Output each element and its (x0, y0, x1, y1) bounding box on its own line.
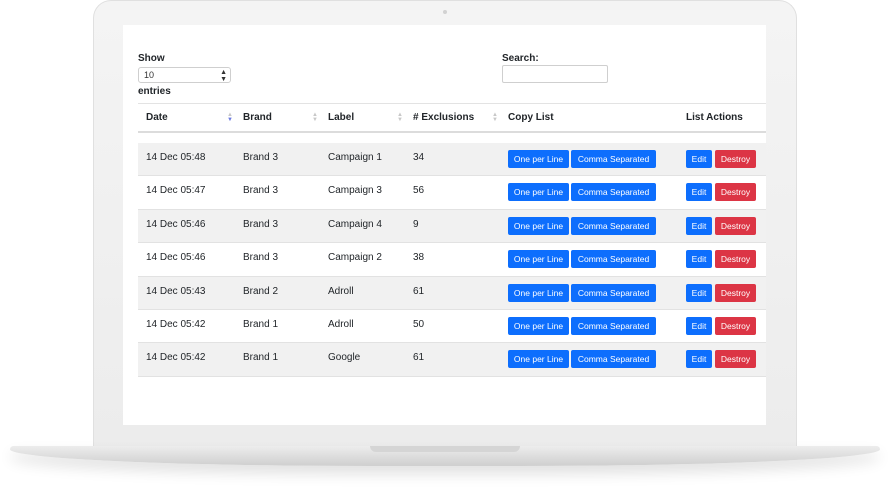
show-label: Show (138, 53, 165, 64)
one-per-line-button[interactable]: One per Line (508, 283, 569, 302)
comma-separated-button[interactable]: Comma Separated (571, 183, 656, 202)
laptop-notch (370, 446, 520, 452)
cell-label: Campaign 2 (328, 252, 382, 264)
cell-brand: Brand 3 (243, 218, 279, 230)
column-header-copy-list: Copy List (508, 112, 554, 123)
one-per-line-button[interactable]: One per Line (508, 250, 569, 269)
one-per-line-button[interactable]: One per Line (508, 350, 569, 369)
laptop-camera (443, 10, 447, 14)
edit-button[interactable]: Edit (686, 283, 712, 302)
comma-separated-button[interactable]: Comma Separated (571, 283, 656, 302)
cell-date: 14 Dec 05:47 (146, 185, 206, 197)
app-screen: Show 10 ▲ ▼ entries Search: Date ▲ ▼ Brand… (123, 25, 766, 425)
destroy-button[interactable]: Destroy (715, 350, 756, 369)
sort-arrows-icon[interactable]: ▲ ▼ (312, 112, 318, 123)
table-row: 14 Dec 05:46 Brand 3 Campaign 4 9 One per Li… (138, 209, 766, 244)
search-label: Search: (502, 53, 539, 64)
column-header-date[interactable]: Date (146, 104, 168, 132)
cell-date: 14 Dec 05:48 (146, 152, 206, 163)
cell-exclusions: 61 (413, 285, 425, 297)
cell-label: Campaign 4 (328, 218, 382, 230)
cell-date: 14 Dec 05:43 (146, 285, 206, 297)
one-per-line-button[interactable]: One per Line (508, 216, 569, 235)
cell-exclusions: 9 (413, 218, 419, 230)
up-down-chevron-icon: ▲ ▼ (220, 69, 227, 83)
destroy-button[interactable]: Destroy (715, 316, 756, 335)
comma-separated-button[interactable]: Comma Separated (571, 150, 656, 168)
edit-button[interactable]: Edit (686, 183, 712, 202)
destroy-button[interactable]: Destroy (715, 216, 756, 235)
cell-date: 14 Dec 05:42 (146, 318, 206, 330)
cell-exclusions: 56 (413, 185, 425, 197)
cell-label: Google (328, 352, 361, 364)
search-input[interactable] (502, 65, 608, 83)
cell-date: 14 Dec 05:42 (146, 352, 206, 364)
destroy-button[interactable]: Destroy (715, 183, 756, 202)
destroy-button[interactable]: Destroy (715, 283, 756, 302)
cell-exclusions: 34 (413, 152, 425, 163)
edit-button[interactable]: Edit (686, 350, 712, 369)
sort-arrows-icon[interactable]: ▲ ▼ (397, 112, 403, 123)
table-row: 14 Dec 05:46 Brand 3 Campaign 2 38 One per L… (138, 243, 766, 277)
cell-brand: Brand 1 (243, 318, 279, 330)
sort-arrows-icon[interactable]: ▲ ▼ (492, 112, 498, 123)
cell-brand: Brand 3 (243, 185, 279, 197)
cell-date: 14 Dec 05:46 (146, 218, 206, 230)
table-header: Date ▲ ▼ Brand ▲ ▼ Label ▲ ▼ # Exclusions ▲… (138, 103, 766, 133)
table-row: 14 Dec 05:43 Brand 2 Adroll 61 One per Line C… (138, 276, 766, 310)
cell-label: Adroll (328, 285, 354, 297)
entries-label: entries (138, 86, 171, 97)
one-per-line-button[interactable]: One per Line (508, 150, 569, 168)
cell-exclusions: 61 (413, 352, 425, 364)
column-header-exclusions[interactable]: # Exclusions (413, 104, 474, 132)
column-header-label[interactable]: Label (328, 104, 354, 132)
column-header-list-actions: List Actions (686, 112, 743, 123)
cell-exclusions: 38 (413, 252, 425, 264)
table-row: 14 Dec 05:42 Brand 1 Google 61 One per Line C… (138, 343, 766, 377)
comma-separated-button[interactable]: Comma Separated (571, 216, 656, 235)
one-per-line-button[interactable]: One per Line (508, 316, 569, 335)
cell-brand: Brand 2 (243, 285, 279, 297)
cell-exclusions: 50 (413, 318, 425, 330)
cell-brand: Brand 3 (243, 252, 279, 264)
cell-label: Adroll (328, 318, 354, 330)
table-row: 14 Dec 05:42 Brand 1 Adroll 50 One per Line C… (138, 310, 766, 344)
cell-brand: Brand 3 (243, 152, 279, 163)
sort-arrows-icon[interactable]: ▲ ▼ (227, 112, 233, 123)
edit-button[interactable]: Edit (686, 316, 712, 335)
table-row: 14 Dec 05:48 Brand 3 Campaign 1 34 One per L… (138, 143, 766, 177)
entries-select-value: 10 (144, 70, 155, 80)
edit-button[interactable]: Edit (686, 250, 712, 269)
one-per-line-button[interactable]: One per Line (508, 183, 569, 202)
entries-select[interactable]: 10 ▲ ▼ (138, 67, 231, 83)
column-header-brand[interactable]: Brand (243, 104, 272, 132)
cell-brand: Brand 1 (243, 352, 279, 364)
cell-date: 14 Dec 05:46 (146, 252, 206, 264)
comma-separated-button[interactable]: Comma Separated (571, 250, 656, 269)
table-body: 14 Dec 05:48 Brand 3 Campaign 1 34 One per L… (138, 143, 766, 377)
comma-separated-button[interactable]: Comma Separated (571, 350, 656, 369)
comma-separated-button[interactable]: Comma Separated (571, 316, 656, 335)
edit-button[interactable]: Edit (686, 216, 712, 235)
destroy-button[interactable]: Destroy (715, 250, 756, 269)
cell-label: Campaign 1 (328, 152, 382, 163)
cell-label: Campaign 3 (328, 185, 382, 197)
table-row: 14 Dec 05:47 Brand 3 Campaign 3 56 One per L… (138, 176, 766, 210)
edit-button[interactable]: Edit (686, 150, 712, 168)
destroy-button[interactable]: Destroy (715, 150, 756, 168)
